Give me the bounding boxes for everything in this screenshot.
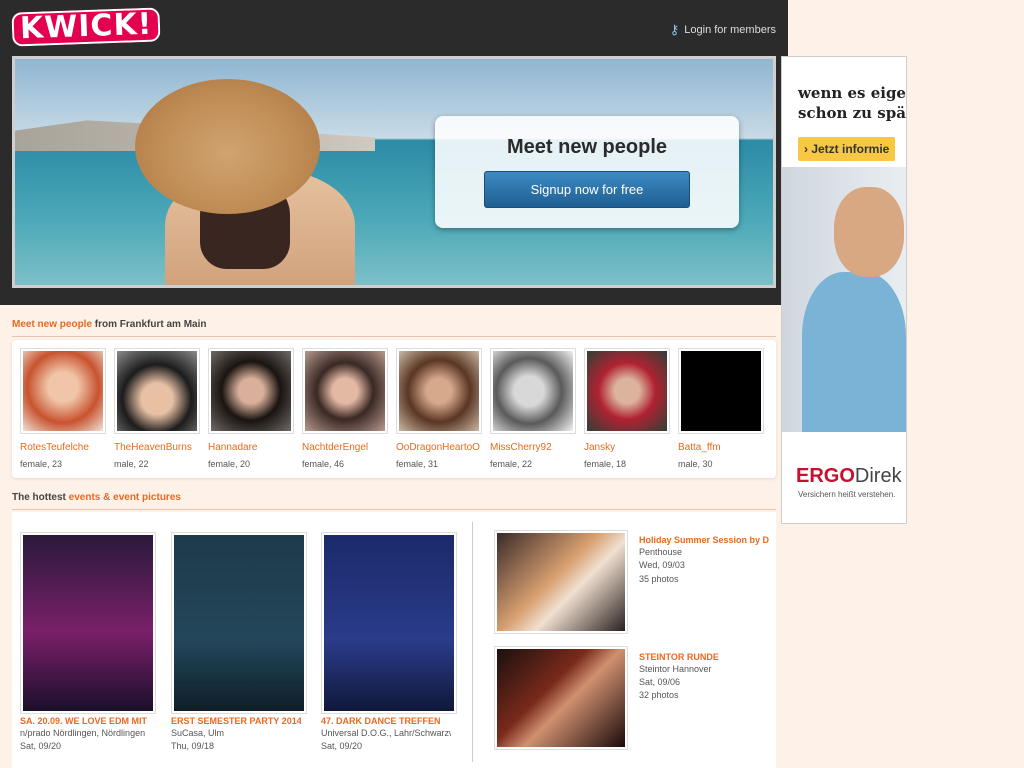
ad-photo (782, 167, 906, 432)
person-card[interactable]: OoDragonHeartoO female, 31 (396, 348, 482, 469)
key-icon: ⚷ (669, 22, 680, 37)
person-card[interactable]: MissCherry92 female, 22 (490, 348, 576, 469)
person-photo[interactable] (584, 348, 670, 434)
event-poster[interactable] (20, 532, 156, 714)
hero-hat (135, 79, 320, 214)
person-info: male, 30 (678, 459, 713, 469)
events-panel: SA. 20.09. WE LOVE EDM MIT B n/prado Nör… (12, 512, 776, 768)
events-divider (472, 522, 473, 762)
person-photo[interactable] (490, 348, 576, 434)
event-date: Sat, 09/20 (20, 741, 62, 751)
event-title[interactable]: 47. DARK DANCE TREFFEN (321, 716, 451, 726)
event-date: Sat, 09/20 (321, 741, 363, 751)
event-venue: n/prado Nördlingen, Nördlingen (20, 728, 146, 738)
events-section-title: The hottest events & event pictures (12, 492, 181, 503)
person-name[interactable]: TheHeavenBurns (114, 442, 199, 453)
event-picture-count: 32 photos (639, 690, 679, 700)
login-label: Login for members (684, 24, 776, 36)
person-name[interactable]: NachtderEngel (302, 442, 387, 453)
ad-headline: wenn es eige schon zu spä (798, 83, 906, 123)
event-picture-date: Sat, 09/06 (639, 677, 681, 687)
person-photo[interactable] (208, 348, 294, 434)
events-title-rest: The hottest (12, 492, 66, 503)
person-card[interactable]: Batta_ffm male, 30 (678, 348, 764, 469)
person-name[interactable]: RotesTeufelche (20, 442, 105, 453)
ad-headline-line: wenn es eige (798, 84, 906, 102)
ergo-brand: ERGO (796, 465, 855, 487)
signup-button[interactable]: Signup now for free (484, 171, 690, 208)
kwick-logo[interactable]: KWICK! (11, 7, 162, 47)
ergo-logo: ERGODirek (796, 465, 902, 488)
event-poster-image (174, 535, 304, 711)
section-divider (12, 509, 776, 510)
ad-headline-line: schon zu spä (798, 104, 906, 122)
event-venue: SuCasa, Ulm (171, 728, 225, 738)
event-date: Thu, 09/18 (171, 741, 215, 751)
event-title[interactable]: SA. 20.09. WE LOVE EDM MIT B (20, 716, 150, 726)
ergo-brand-rest: Direk (854, 465, 902, 487)
person-name[interactable]: Hannadare (208, 442, 293, 453)
event-picture-thumb[interactable] (494, 530, 628, 634)
person-card[interactable]: RotesTeufelche female, 23 (20, 348, 106, 469)
person-info: female, 23 (20, 459, 63, 469)
people-title-link[interactable]: Meet new people (12, 319, 92, 330)
person-card[interactable]: Hannadare female, 20 (208, 348, 294, 469)
person-info: male, 22 (114, 459, 149, 469)
person-photo[interactable] (114, 348, 200, 434)
event-picture-venue: Penthouse (639, 547, 683, 557)
people-title-rest: from Frankfurt am Main (94, 319, 207, 330)
event-picture-thumb[interactable] (494, 646, 628, 750)
person-photo[interactable] (302, 348, 388, 434)
event-poster-image (23, 535, 153, 711)
person-photo[interactable] (396, 348, 482, 434)
hero-banner: Meet new people Signup now for free (12, 56, 776, 288)
event-title[interactable]: ERST SEMESTER PARTY 2014: (171, 716, 301, 726)
event-picture-image (497, 533, 625, 631)
ad-photo-shirt (802, 272, 906, 432)
person-name[interactable]: Jansky (584, 442, 669, 453)
event-picture-title[interactable]: STEINTOR RUNDE (639, 652, 769, 662)
person-name[interactable]: Batta_ffm (678, 442, 763, 453)
event-picture-venue: Steintor Hannover (639, 664, 712, 674)
event-picture-title[interactable]: Holiday Summer Session by DJ (639, 535, 769, 545)
events-title-link[interactable]: events & event pictures (69, 492, 181, 503)
person-name[interactable]: OoDragonHeartoO (396, 442, 481, 453)
header-bar: KWICK! ⚷ Login for members Meet new peop… (0, 0, 788, 305)
person-card[interactable]: Jansky female, 18 (584, 348, 670, 469)
section-divider (12, 336, 776, 337)
event-poster[interactable] (171, 532, 307, 714)
event-picture-image (497, 649, 625, 747)
person-info: female, 18 (584, 459, 627, 469)
person-card[interactable]: TheHeavenBurns male, 22 (114, 348, 200, 469)
person-name[interactable]: MissCherry92 (490, 442, 575, 453)
hero-headline: Meet new people (506, 136, 668, 158)
event-picture-date: Wed, 09/03 (639, 560, 685, 570)
person-info: female, 31 (396, 459, 439, 469)
event-venue: Universal D.O.G., Lahr/Schwarzw (321, 728, 451, 738)
signup-panel: Meet new people Signup now for free (435, 116, 739, 228)
person-card[interactable]: NachtderEngel female, 46 (302, 348, 388, 469)
person-photo[interactable] (20, 348, 106, 434)
event-poster[interactable] (321, 532, 457, 714)
login-link[interactable]: ⚷ Login for members (670, 22, 776, 38)
people-list: RotesTeufelche female, 23 TheHeavenBurns… (12, 340, 776, 478)
event-picture-count: 35 photos (639, 574, 679, 584)
ad-photo-face (834, 187, 904, 277)
ad-banner[interactable]: wenn es eige schon zu spä › Jetzt inform… (781, 56, 907, 524)
person-photo[interactable] (678, 348, 764, 434)
person-info: female, 20 (208, 459, 251, 469)
ad-cta-button[interactable]: › Jetzt informie (798, 137, 896, 161)
person-info: female, 22 (490, 459, 533, 469)
people-section-title: Meet new people from Frankfurt am Main (12, 319, 206, 330)
person-info: female, 46 (302, 459, 345, 469)
event-poster-image (324, 535, 454, 711)
ad-tagline: Versichern heißt verstehen. (798, 490, 896, 499)
